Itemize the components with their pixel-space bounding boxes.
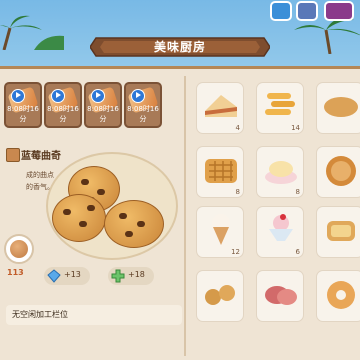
inventory-item[interactable] <box>316 270 360 322</box>
item-count: 8 <box>295 188 300 196</box>
cookie-icon <box>104 200 164 248</box>
item-count: 6 <box>295 248 300 256</box>
inventory-item[interactable]: 8 <box>256 146 304 198</box>
play-icon[interactable] <box>131 89 145 103</box>
queue-slot[interactable]: 8:08时16分 <box>84 82 122 128</box>
green-cross-icon <box>111 269 125 283</box>
play-icon[interactable] <box>51 89 65 103</box>
queue-slot[interactable]: 8:08时16分 <box>4 82 42 128</box>
mail-icon[interactable] <box>270 1 292 21</box>
idle-status-text: 无空闲加工栏位 <box>12 310 68 319</box>
queue-time: 8:08时16分 <box>47 105 79 123</box>
ham-icon <box>265 286 297 305</box>
reward-value: +18 <box>128 270 145 279</box>
cake-slice-icon <box>205 95 237 117</box>
recipe-book-icon <box>6 148 20 162</box>
queue-slot[interactable]: 8:08时16分 <box>124 82 162 128</box>
play-icon[interactable] <box>91 89 105 103</box>
egg-icon <box>10 240 28 258</box>
item-count: 8 <box>235 188 240 196</box>
dish-plate <box>46 152 178 260</box>
cookie-icon <box>52 194 106 242</box>
reward-chip: +13 <box>44 267 90 285</box>
queue-slot[interactable]: 8:08时16分 <box>44 82 82 128</box>
inventory-item[interactable]: 6 <box>256 206 304 258</box>
item-count: 4 <box>235 124 240 132</box>
notice-icon[interactable] <box>296 1 318 21</box>
item-count: 12 <box>231 248 240 256</box>
fries-icon <box>265 93 295 115</box>
reward-chip: +18 <box>108 267 154 285</box>
inventory-item[interactable]: 14 <box>256 82 304 134</box>
donut-icon <box>327 281 355 309</box>
cookies-icon <box>205 285 235 305</box>
status-bar: 无空闲加工栏位 <box>6 305 182 325</box>
play-icon[interactable] <box>11 89 25 103</box>
queue-time: 8:08时16分 <box>7 105 39 123</box>
inventory-item[interactable]: 4 <box>196 82 244 134</box>
inventory-item[interactable] <box>316 146 360 198</box>
queue-time: 8:08时16分 <box>87 105 119 123</box>
reward-value: +13 <box>64 270 81 279</box>
inventory-item[interactable] <box>316 206 360 258</box>
inventory-item[interactable] <box>316 82 360 134</box>
toast-icon <box>327 221 355 241</box>
pie-icon <box>326 156 356 186</box>
palm-tree-left-icon <box>0 15 64 50</box>
egg-count: 113 <box>7 268 24 277</box>
waffle-icon <box>205 159 237 183</box>
panel-divider <box>184 76 186 356</box>
pudding-icon <box>265 161 297 184</box>
queue-time: 8:08时16分 <box>127 105 159 123</box>
inventory-item[interactable]: 12 <box>196 206 244 258</box>
page-title: 美味厨房 <box>153 40 206 54</box>
hud-icons <box>266 0 360 22</box>
blue-gem-icon <box>47 269 61 283</box>
bread-icon <box>324 97 358 117</box>
item-count: 14 <box>291 124 300 132</box>
event-icon[interactable] <box>324 1 354 21</box>
ice-cream-icon <box>212 214 230 245</box>
inventory-item[interactable]: 8 <box>196 146 244 198</box>
title-wrap: 美味厨房 <box>90 34 270 60</box>
recipe-name: 蓝莓曲奇 <box>21 151 61 162</box>
inventory-item[interactable] <box>256 270 304 322</box>
sundae-icon <box>269 214 293 241</box>
recipe-desc-line1: 成的曲点 <box>26 171 54 179</box>
inventory-item[interactable] <box>196 270 244 322</box>
